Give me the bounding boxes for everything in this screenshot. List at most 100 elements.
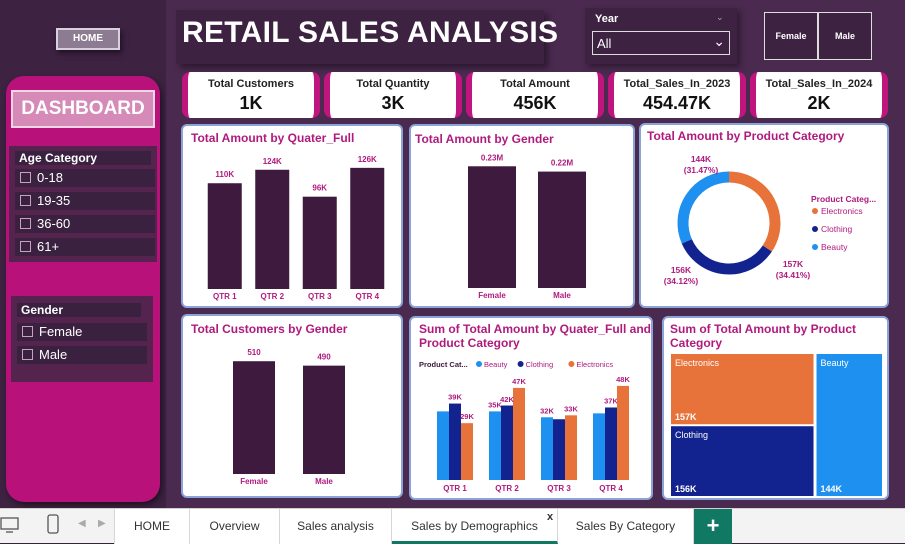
- tab-sales-analysis[interactable]: Sales analysis: [280, 509, 392, 544]
- age-option-36-60[interactable]: 36-60: [15, 215, 155, 233]
- data-label: 110K: [215, 170, 234, 179]
- x-tick-label: QTR 3: [308, 292, 332, 301]
- x-tick-label: QTR 1: [443, 484, 467, 493]
- x-tick-label: Male: [553, 291, 571, 300]
- donut-slice: [728, 171, 781, 252]
- gender-option-label: Male: [39, 347, 68, 362]
- kpi-label: Total Customers: [208, 78, 294, 90]
- chart-plot: Electronics 157K Clothing 156K Beauty 144K: [671, 354, 882, 496]
- x-tick-label: Male: [315, 477, 333, 486]
- bar: [437, 411, 449, 480]
- bar: [617, 385, 629, 480]
- tile-value-label: 157K: [675, 412, 697, 422]
- checkbox[interactable]: [20, 218, 31, 229]
- data-label: 124K: [263, 157, 282, 166]
- legend-marker: [568, 361, 575, 367]
- scroll-left-icon[interactable]: ◀: [78, 518, 86, 529]
- legend-title: Product Cat...: [419, 360, 468, 369]
- donut-slice: [681, 238, 772, 275]
- data-label: 0.23M: [481, 153, 504, 162]
- checkbox[interactable]: [20, 195, 31, 206]
- page-title: RETAIL SALES ANALYSIS: [182, 16, 559, 49]
- kpi-value: 2K: [807, 93, 831, 113]
- legend-label: Clothing: [821, 224, 852, 234]
- scroll-right-icon[interactable]: ▶: [98, 518, 106, 529]
- tab-home[interactable]: HOME: [114, 509, 190, 544]
- checkbox[interactable]: [22, 326, 33, 337]
- kpi-label: Total_Sales_In_2023: [623, 78, 731, 90]
- tile-value-label: 144K: [821, 484, 843, 494]
- mobile-view-icon[interactable]: [46, 514, 60, 536]
- bar: [541, 417, 553, 480]
- home-button[interactable]: HOME: [56, 28, 120, 50]
- bar: [538, 171, 586, 288]
- checkbox[interactable]: [20, 172, 31, 183]
- checkbox[interactable]: [20, 241, 31, 252]
- kpi-label: Total Amount: [500, 78, 570, 90]
- year-dropdown[interactable]: All ⌄: [592, 31, 730, 55]
- tab-sales-by-demographics[interactable]: Sales by Demographics: [392, 509, 558, 544]
- bar: [233, 361, 275, 474]
- chart-plot: Product Cat... Beauty Clothing Electronics 3…: [419, 360, 630, 493]
- tile-category-label: Beauty: [821, 358, 850, 368]
- bar: [513, 387, 525, 480]
- tab-sales-by-category[interactable]: Sales By Category: [558, 509, 694, 544]
- tab-overview[interactable]: Overview: [190, 509, 280, 544]
- age-option-label: 19-35: [37, 193, 71, 208]
- chart-amount-by-gender[interactable]: Total Amount by Gender 0.23M Female 0.22M M…: [409, 124, 635, 308]
- gender-option-female[interactable]: Female: [17, 323, 147, 341]
- bar: [468, 166, 516, 288]
- female-toggle-button[interactable]: Female: [764, 12, 818, 60]
- data-label: 39K: [448, 393, 462, 402]
- legend-label: Electronics: [821, 206, 863, 216]
- age-category-title: Age Category: [15, 151, 151, 165]
- bar: [593, 413, 605, 480]
- bar: [501, 405, 513, 480]
- chart-plot: 110K QTR 1 124K QTR 2 96K QTR 3 126K QTR 4: [207, 155, 385, 301]
- legend-marker: [812, 244, 818, 250]
- data-label: 42K: [500, 395, 514, 404]
- chart-customers-by-gender[interactable]: Total Customers by Gender 510 Female 490 Ma…: [181, 314, 403, 498]
- age-option-19-35[interactable]: 19-35: [15, 192, 155, 210]
- age-option-label: 0-18: [37, 170, 64, 185]
- data-label: 47K: [512, 377, 526, 386]
- chart-treemap-by-category[interactable]: Sum of Total Amount by Product Category …: [662, 316, 889, 500]
- gender-option-male[interactable]: Male: [17, 346, 147, 364]
- age-option-0-18[interactable]: 0-18: [15, 169, 155, 187]
- gender-option-label: Female: [39, 324, 83, 339]
- data-label: 37K: [604, 396, 618, 405]
- chart-amount-by-quarter-and-category[interactable]: Sum of Total Amount by Quater_Full and P…: [409, 316, 653, 500]
- desktop-view-icon[interactable]: [0, 515, 20, 535]
- legend-label: Beauty: [821, 242, 848, 252]
- data-label: 0.22M: [551, 159, 574, 168]
- kpi-label: Total_Sales_In_2024: [765, 78, 873, 90]
- male-toggle-button[interactable]: Male: [818, 12, 872, 60]
- close-tab-icon[interactable]: x: [547, 511, 553, 523]
- kpi-total-quantity: Total Quantity 3K: [324, 72, 462, 118]
- x-tick-label: QTR 1: [213, 292, 237, 301]
- x-tick-label: QTR 2: [260, 292, 284, 301]
- chart-amount-by-quarter[interactable]: Total Amount by Quater_Full 110K QTR 1 124…: [181, 124, 403, 308]
- age-option-61-plus[interactable]: 61+: [15, 238, 155, 256]
- chart-amount-by-category[interactable]: Total Amount by Product Category 157K (34…: [639, 123, 889, 308]
- gender-slicer: Gender Female Male: [11, 296, 153, 382]
- bar: [565, 415, 577, 480]
- x-tick-label: Female: [240, 477, 268, 486]
- slicer-collapse-icon[interactable]: ⌄: [716, 12, 724, 23]
- kpi-total-customers: Total Customers 1K: [182, 72, 320, 118]
- year-dropdown-value: All: [597, 36, 612, 51]
- kpi-value: 454.47K: [642, 93, 712, 113]
- treemap-tile: [816, 354, 882, 496]
- add-page-button[interactable]: +: [694, 509, 732, 544]
- kpi-value: 3K: [381, 93, 405, 113]
- x-tick-label: Female: [478, 291, 506, 300]
- chart-plot: 157K (34.41%) 156K (34.12%) 144K (31.47%) Prod…: [664, 154, 876, 286]
- checkbox[interactable]: [22, 349, 33, 360]
- data-label: 490: [317, 353, 331, 362]
- chart-plot: 510 Female 490 Male: [233, 348, 345, 486]
- legend-marker: [812, 208, 818, 214]
- gender-title: Gender: [17, 303, 141, 317]
- age-option-label: 61+: [37, 239, 60, 254]
- slice-label: 144K (31.47%): [684, 154, 719, 175]
- tile-value-label: 156K: [675, 484, 697, 494]
